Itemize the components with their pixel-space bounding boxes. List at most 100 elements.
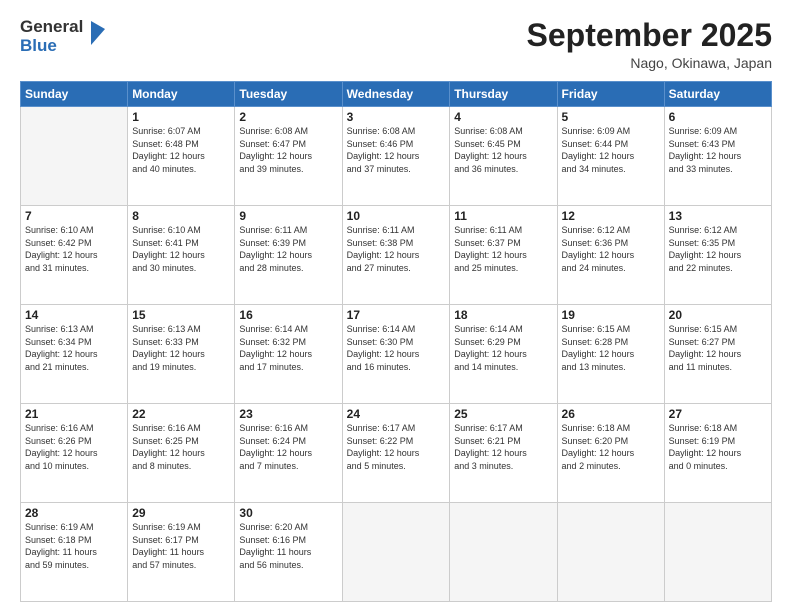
calendar-day-cell: 12Sunrise: 6:12 AM Sunset: 6:36 PM Dayli…	[557, 206, 664, 305]
day-info: Sunrise: 6:08 AM Sunset: 6:47 PM Dayligh…	[239, 125, 337, 175]
day-info: Sunrise: 6:18 AM Sunset: 6:20 PM Dayligh…	[562, 422, 660, 472]
calendar-day-cell: 8Sunrise: 6:10 AM Sunset: 6:41 PM Daylig…	[128, 206, 235, 305]
calendar-day-cell: 3Sunrise: 6:08 AM Sunset: 6:46 PM Daylig…	[342, 107, 450, 206]
title-section: September 2025 Nago, Okinawa, Japan	[527, 18, 772, 71]
day-info: Sunrise: 6:11 AM Sunset: 6:38 PM Dayligh…	[347, 224, 446, 274]
calendar-day-cell: 14Sunrise: 6:13 AM Sunset: 6:34 PM Dayli…	[21, 305, 128, 404]
day-number: 20	[669, 308, 767, 322]
calendar-header-friday: Friday	[557, 82, 664, 107]
day-info: Sunrise: 6:11 AM Sunset: 6:39 PM Dayligh…	[239, 224, 337, 274]
calendar-day-cell	[664, 503, 771, 602]
header: General Blue September 2025 Nago, Okinaw…	[20, 18, 772, 71]
day-number: 24	[347, 407, 446, 421]
calendar-day-cell: 23Sunrise: 6:16 AM Sunset: 6:24 PM Dayli…	[235, 404, 342, 503]
logo-icon	[87, 19, 109, 52]
location: Nago, Okinawa, Japan	[527, 55, 772, 71]
day-number: 2	[239, 110, 337, 124]
day-info: Sunrise: 6:15 AM Sunset: 6:27 PM Dayligh…	[669, 323, 767, 373]
day-info: Sunrise: 6:17 AM Sunset: 6:22 PM Dayligh…	[347, 422, 446, 472]
calendar-day-cell: 28Sunrise: 6:19 AM Sunset: 6:18 PM Dayli…	[21, 503, 128, 602]
day-info: Sunrise: 6:10 AM Sunset: 6:42 PM Dayligh…	[25, 224, 123, 274]
calendar-week-row: 21Sunrise: 6:16 AM Sunset: 6:26 PM Dayli…	[21, 404, 772, 503]
calendar-day-cell	[450, 503, 557, 602]
calendar-day-cell	[342, 503, 450, 602]
day-number: 1	[132, 110, 230, 124]
page: General Blue September 2025 Nago, Okinaw…	[0, 0, 792, 612]
day-number: 26	[562, 407, 660, 421]
calendar-day-cell: 30Sunrise: 6:20 AM Sunset: 6:16 PM Dayli…	[235, 503, 342, 602]
day-info: Sunrise: 6:11 AM Sunset: 6:37 PM Dayligh…	[454, 224, 552, 274]
day-number: 22	[132, 407, 230, 421]
day-info: Sunrise: 6:14 AM Sunset: 6:30 PM Dayligh…	[347, 323, 446, 373]
calendar-day-cell: 7Sunrise: 6:10 AM Sunset: 6:42 PM Daylig…	[21, 206, 128, 305]
calendar-day-cell: 5Sunrise: 6:09 AM Sunset: 6:44 PM Daylig…	[557, 107, 664, 206]
day-number: 4	[454, 110, 552, 124]
day-number: 19	[562, 308, 660, 322]
day-info: Sunrise: 6:18 AM Sunset: 6:19 PM Dayligh…	[669, 422, 767, 472]
calendar-day-cell: 15Sunrise: 6:13 AM Sunset: 6:33 PM Dayli…	[128, 305, 235, 404]
day-number: 21	[25, 407, 123, 421]
day-info: Sunrise: 6:20 AM Sunset: 6:16 PM Dayligh…	[239, 521, 337, 571]
calendar-header-sunday: Sunday	[21, 82, 128, 107]
day-number: 27	[669, 407, 767, 421]
calendar-day-cell: 11Sunrise: 6:11 AM Sunset: 6:37 PM Dayli…	[450, 206, 557, 305]
calendar-week-row: 28Sunrise: 6:19 AM Sunset: 6:18 PM Dayli…	[21, 503, 772, 602]
day-info: Sunrise: 6:16 AM Sunset: 6:26 PM Dayligh…	[25, 422, 123, 472]
day-info: Sunrise: 6:13 AM Sunset: 6:33 PM Dayligh…	[132, 323, 230, 373]
day-number: 16	[239, 308, 337, 322]
logo-general: General	[20, 18, 83, 37]
day-info: Sunrise: 6:09 AM Sunset: 6:44 PM Dayligh…	[562, 125, 660, 175]
day-number: 9	[239, 209, 337, 223]
calendar-day-cell: 2Sunrise: 6:08 AM Sunset: 6:47 PM Daylig…	[235, 107, 342, 206]
day-info: Sunrise: 6:14 AM Sunset: 6:29 PM Dayligh…	[454, 323, 552, 373]
calendar-day-cell: 19Sunrise: 6:15 AM Sunset: 6:28 PM Dayli…	[557, 305, 664, 404]
calendar-week-row: 1Sunrise: 6:07 AM Sunset: 6:48 PM Daylig…	[21, 107, 772, 206]
calendar-header-tuesday: Tuesday	[235, 82, 342, 107]
day-number: 28	[25, 506, 123, 520]
calendar-day-cell: 22Sunrise: 6:16 AM Sunset: 6:25 PM Dayli…	[128, 404, 235, 503]
calendar-day-cell: 26Sunrise: 6:18 AM Sunset: 6:20 PM Dayli…	[557, 404, 664, 503]
calendar-day-cell: 20Sunrise: 6:15 AM Sunset: 6:27 PM Dayli…	[664, 305, 771, 404]
day-info: Sunrise: 6:12 AM Sunset: 6:36 PM Dayligh…	[562, 224, 660, 274]
day-info: Sunrise: 6:16 AM Sunset: 6:25 PM Dayligh…	[132, 422, 230, 472]
day-number: 25	[454, 407, 552, 421]
day-number: 3	[347, 110, 446, 124]
day-info: Sunrise: 6:09 AM Sunset: 6:43 PM Dayligh…	[669, 125, 767, 175]
day-info: Sunrise: 6:15 AM Sunset: 6:28 PM Dayligh…	[562, 323, 660, 373]
day-number: 14	[25, 308, 123, 322]
day-number: 10	[347, 209, 446, 223]
calendar-day-cell: 9Sunrise: 6:11 AM Sunset: 6:39 PM Daylig…	[235, 206, 342, 305]
calendar-header-monday: Monday	[128, 82, 235, 107]
logo: General Blue	[20, 18, 109, 55]
calendar-day-cell: 29Sunrise: 6:19 AM Sunset: 6:17 PM Dayli…	[128, 503, 235, 602]
calendar-day-cell: 16Sunrise: 6:14 AM Sunset: 6:32 PM Dayli…	[235, 305, 342, 404]
day-number: 5	[562, 110, 660, 124]
calendar-day-cell: 13Sunrise: 6:12 AM Sunset: 6:35 PM Dayli…	[664, 206, 771, 305]
calendar-day-cell: 1Sunrise: 6:07 AM Sunset: 6:48 PM Daylig…	[128, 107, 235, 206]
day-info: Sunrise: 6:08 AM Sunset: 6:46 PM Dayligh…	[347, 125, 446, 175]
calendar: SundayMondayTuesdayWednesdayThursdayFrid…	[20, 81, 772, 602]
day-info: Sunrise: 6:12 AM Sunset: 6:35 PM Dayligh…	[669, 224, 767, 274]
calendar-day-cell: 27Sunrise: 6:18 AM Sunset: 6:19 PM Dayli…	[664, 404, 771, 503]
day-info: Sunrise: 6:08 AM Sunset: 6:45 PM Dayligh…	[454, 125, 552, 175]
calendar-header-row: SundayMondayTuesdayWednesdayThursdayFrid…	[21, 82, 772, 107]
calendar-day-cell: 18Sunrise: 6:14 AM Sunset: 6:29 PM Dayli…	[450, 305, 557, 404]
day-number: 7	[25, 209, 123, 223]
calendar-header-saturday: Saturday	[664, 82, 771, 107]
day-info: Sunrise: 6:07 AM Sunset: 6:48 PM Dayligh…	[132, 125, 230, 175]
day-info: Sunrise: 6:17 AM Sunset: 6:21 PM Dayligh…	[454, 422, 552, 472]
day-number: 11	[454, 209, 552, 223]
calendar-day-cell: 21Sunrise: 6:16 AM Sunset: 6:26 PM Dayli…	[21, 404, 128, 503]
logo-blue: Blue	[20, 37, 83, 56]
day-number: 15	[132, 308, 230, 322]
day-info: Sunrise: 6:16 AM Sunset: 6:24 PM Dayligh…	[239, 422, 337, 472]
calendar-week-row: 7Sunrise: 6:10 AM Sunset: 6:42 PM Daylig…	[21, 206, 772, 305]
month-title: September 2025	[527, 18, 772, 53]
day-number: 23	[239, 407, 337, 421]
calendar-day-cell: 10Sunrise: 6:11 AM Sunset: 6:38 PM Dayli…	[342, 206, 450, 305]
day-number: 29	[132, 506, 230, 520]
day-number: 18	[454, 308, 552, 322]
day-info: Sunrise: 6:10 AM Sunset: 6:41 PM Dayligh…	[132, 224, 230, 274]
calendar-day-cell: 6Sunrise: 6:09 AM Sunset: 6:43 PM Daylig…	[664, 107, 771, 206]
calendar-header-wednesday: Wednesday	[342, 82, 450, 107]
